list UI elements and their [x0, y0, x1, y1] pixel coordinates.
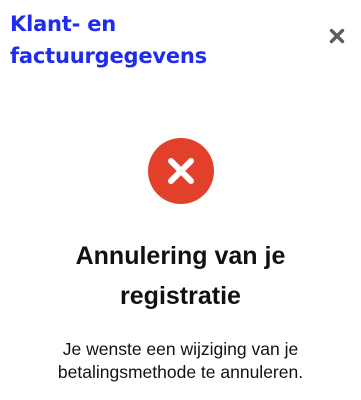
- close-icon: [329, 28, 345, 44]
- modal-title: Klant- en factuurgegevens: [10, 8, 310, 72]
- modal-title-line-2: factuurgegevens: [10, 44, 207, 68]
- x-mark-icon: [167, 158, 194, 184]
- modal-header: Klant- en factuurgegevens: [10, 8, 310, 72]
- error-x-icon: [147, 138, 214, 204]
- message-heading-line-2: registratie: [120, 282, 241, 310]
- message-body-line-2: betalingsmethode te annuleren.: [57, 362, 304, 382]
- message-body-line-1: Je wenste een wijziging van je: [62, 339, 299, 359]
- message-heading-line-1: Annulering van je: [75, 242, 286, 270]
- close-button[interactable]: [327, 26, 347, 46]
- modal-title-line-1: Klant- en: [10, 12, 117, 36]
- message-body: Je wenste een wijziging van je betalings…: [20, 338, 341, 384]
- message-heading: Annulering van je registratie: [20, 236, 341, 316]
- status-indicator: [0, 138, 361, 204]
